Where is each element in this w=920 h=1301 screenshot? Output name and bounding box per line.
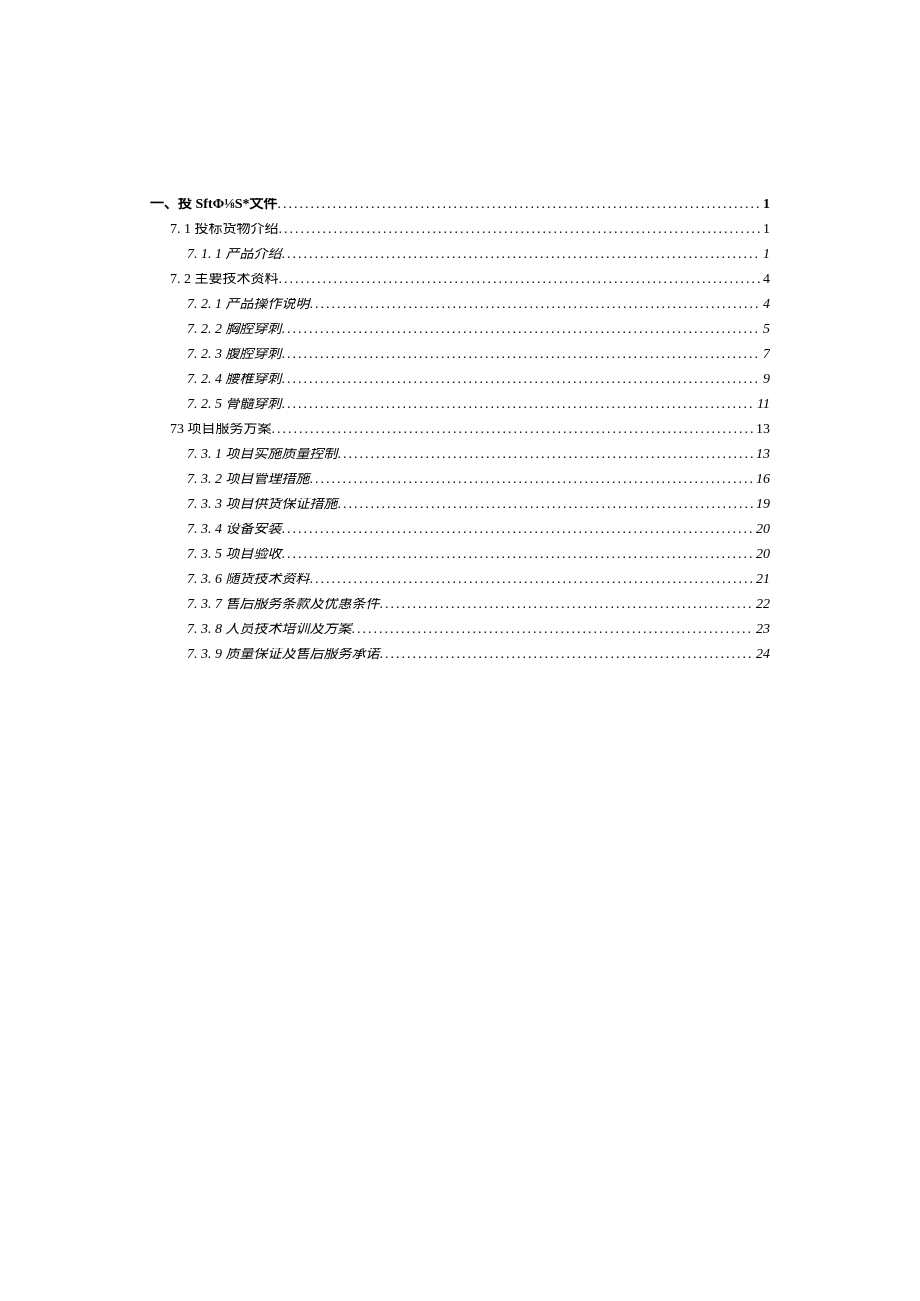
toc-entry-label: 7. 1 投标货物介绍 bbox=[170, 223, 279, 237]
toc-entry: 7. 3. 9 质量保证及售后服务承诺 24 bbox=[150, 648, 770, 662]
toc-leader-dots bbox=[282, 398, 756, 412]
toc-entry: 7. 1 投标货物介绍 1 bbox=[150, 223, 770, 237]
toc-entry-label: 7. 3. 3 项目供货保证措施 bbox=[187, 498, 338, 512]
toc-entry-label: 7. 3. 8 人员技术培训及方案 bbox=[187, 623, 352, 637]
toc-leader-dots bbox=[272, 423, 755, 437]
toc-entry-label: 7. 3. 5 项目验收 bbox=[187, 548, 282, 562]
toc-entry-page: 1 bbox=[761, 248, 770, 262]
toc-entry-label: 7. 2. 1 产品操作说明 bbox=[187, 298, 310, 312]
toc-entry: 一、投 SftΦ⅛S*文件 1 bbox=[150, 198, 770, 212]
toc-leader-dots bbox=[282, 373, 762, 387]
toc-entry-page: 20 bbox=[754, 548, 770, 562]
toc-entry: 7. 3. 6 随货技术资料 21 bbox=[150, 573, 770, 587]
toc-entry-page: 22 bbox=[754, 598, 770, 612]
toc-entry: 7. 3. 8 人员技术培训及方案 23 bbox=[150, 623, 770, 637]
toc-entry-page: 23 bbox=[754, 623, 770, 637]
toc-entry: 7. 2. 1 产品操作说明 4 bbox=[150, 298, 770, 312]
toc-entry: 73 项目服务方案 13 bbox=[150, 423, 770, 437]
toc-entry-label: 7. 3. 7 售后服务条款及优惠条件 bbox=[187, 598, 380, 612]
toc-leader-dots bbox=[352, 623, 755, 637]
toc-entry: 7. 2 主要技术资料 4 bbox=[150, 273, 770, 287]
toc-entry-label: 7. 3. 4 设备安装 bbox=[187, 523, 282, 537]
toc-leader-dots bbox=[338, 498, 755, 512]
toc-leader-dots bbox=[282, 323, 762, 337]
toc-leader-dots bbox=[338, 448, 755, 462]
toc-entry: 7. 3. 7 售后服务条款及优惠条件 22 bbox=[150, 598, 770, 612]
toc-entry-page: 9 bbox=[761, 373, 770, 387]
toc-leader-dots bbox=[380, 648, 755, 662]
toc-entry: 7. 3. 3 项目供货保证措施 19 bbox=[150, 498, 770, 512]
toc-entry: 7. 3. 2 项目管理措施 16 bbox=[150, 473, 770, 487]
toc-entry-label: 一、投 SftΦ⅛S*文件 bbox=[150, 198, 278, 212]
toc-leader-dots bbox=[279, 273, 762, 287]
toc-entry-page: 5 bbox=[761, 323, 770, 337]
toc-entry-page: 1 bbox=[761, 198, 770, 212]
toc-entry: 7. 3. 4 设备安装 20 bbox=[150, 523, 770, 537]
toc-entry: 7. 2. 2 胸腔穿刺 5 bbox=[150, 323, 770, 337]
toc-entry-page: 4 bbox=[761, 273, 770, 287]
toc-entry-page: 1 bbox=[761, 223, 770, 237]
toc-entry-label: 7. 3. 6 随货技术资料 bbox=[187, 573, 310, 587]
toc-entry-page: 20 bbox=[754, 523, 770, 537]
toc-leader-dots bbox=[279, 223, 762, 237]
toc-entry-page: 7 bbox=[761, 348, 770, 362]
toc-entry-label: 73 项目服务方案 bbox=[170, 423, 272, 437]
toc-leader-dots bbox=[282, 348, 762, 362]
toc-entry-page: 4 bbox=[761, 298, 770, 312]
toc-entry-page: 19 bbox=[754, 498, 770, 512]
toc-leader-dots bbox=[282, 523, 755, 537]
toc-entry: 7. 3. 5 项目验收 20 bbox=[150, 548, 770, 562]
table-of-contents: 一、投 SftΦ⅛S*文件17. 1 投标货物介绍17. 1. 1 产品介绍17… bbox=[150, 198, 770, 662]
toc-leader-dots bbox=[310, 298, 762, 312]
toc-entry-label: 7. 3. 1 项目实施质量控制 bbox=[187, 448, 338, 462]
toc-entry-label: 7. 1. 1 产品介绍 bbox=[187, 248, 282, 262]
toc-entry-label: 7. 3. 9 质量保证及售后服务承诺 bbox=[187, 648, 380, 662]
toc-entry-label: 7. 2. 4 腰椎穿刺 bbox=[187, 373, 282, 387]
toc-entry-page: 11 bbox=[755, 398, 770, 412]
toc-entry: 7. 1. 1 产品介绍 1 bbox=[150, 248, 770, 262]
toc-entry-label: 7. 2 主要技术资料 bbox=[170, 273, 279, 287]
toc-entry-label: 7. 2. 2 胸腔穿刺 bbox=[187, 323, 282, 337]
toc-leader-dots bbox=[310, 473, 755, 487]
toc-leader-dots bbox=[310, 573, 755, 587]
toc-entry-label: 7. 3. 2 项目管理措施 bbox=[187, 473, 310, 487]
toc-entry: 7. 2. 5 骨髓穿刺 11 bbox=[150, 398, 770, 412]
document-page: 一、投 SftΦ⅛S*文件17. 1 投标货物介绍17. 1. 1 产品介绍17… bbox=[0, 0, 920, 1301]
toc-leader-dots bbox=[380, 598, 755, 612]
toc-leader-dots bbox=[278, 198, 761, 212]
toc-entry-label: 7. 2. 3 腹腔穿刺 bbox=[187, 348, 282, 362]
toc-leader-dots bbox=[282, 248, 762, 262]
toc-entry-page: 16 bbox=[754, 473, 770, 487]
toc-entry: 7. 2. 3 腹腔穿刺 7 bbox=[150, 348, 770, 362]
toc-entry: 7. 3. 1 项目实施质量控制 13 bbox=[150, 448, 770, 462]
toc-entry: 7. 2. 4 腰椎穿刺 9 bbox=[150, 373, 770, 387]
toc-entry-page: 24 bbox=[754, 648, 770, 662]
toc-entry-page: 13 bbox=[754, 448, 770, 462]
toc-entry-page: 21 bbox=[754, 573, 770, 587]
toc-entry-page: 13 bbox=[754, 423, 770, 437]
toc-entry-label: 7. 2. 5 骨髓穿刺 bbox=[187, 398, 282, 412]
toc-leader-dots bbox=[282, 548, 755, 562]
